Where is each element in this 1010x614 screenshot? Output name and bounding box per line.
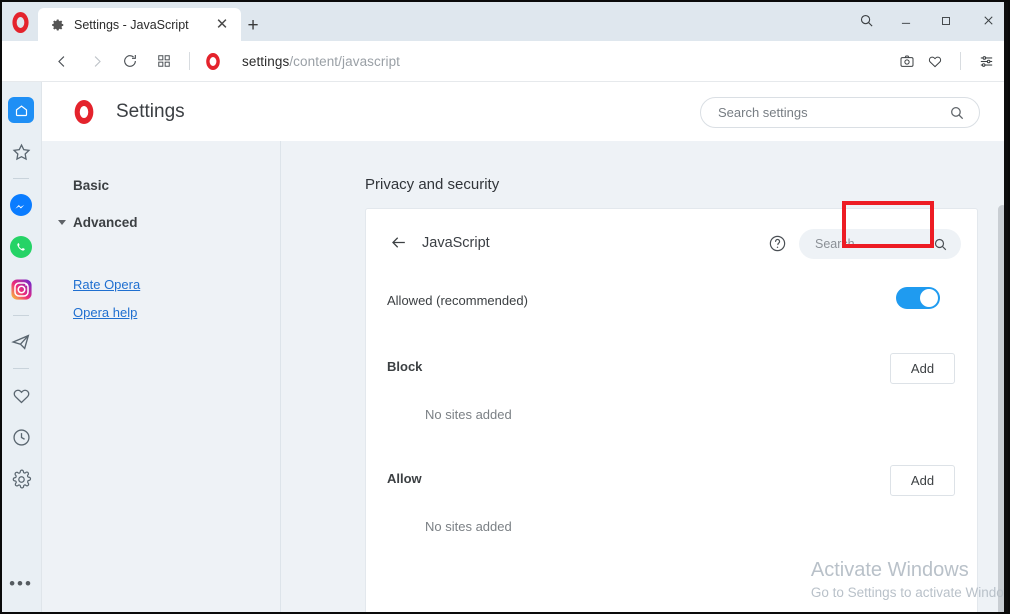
window-search-icon[interactable] [846, 0, 886, 41]
address-bar: settings/content/javascript [0, 41, 1010, 82]
sidebar-item-favorites[interactable] [0, 374, 42, 416]
sidebar-item-home[interactable] [0, 89, 42, 131]
allow-section-header: Allow Add [366, 453, 977, 505]
sidebar-item-advanced[interactable]: Advanced [73, 215, 138, 230]
javascript-allowed-row: Allowed (recommended) [366, 275, 977, 327]
star-icon [12, 143, 30, 160]
heart-icon [13, 389, 29, 403]
block-empty-text: No sites added [425, 407, 512, 422]
toggle-knob [920, 289, 938, 307]
block-section-title: Block [387, 359, 423, 374]
block-section-header: Block Add [366, 341, 977, 393]
search-settings-placeholder: Search settings [718, 105, 808, 120]
action-divider [960, 52, 961, 70]
opera-menu-button[interactable] [9, 11, 31, 33]
block-empty-row: No sites added [366, 389, 977, 441]
camera-icon[interactable] [893, 47, 921, 75]
sidebar-item-settings[interactable] [0, 458, 42, 500]
browser-tab[interactable]: Settings - JavaScript ✕ [38, 8, 241, 41]
settings-nav: Basic Advanced Rate Opera Opera help [42, 141, 281, 614]
sidebar-item-speed-dial[interactable] [0, 131, 42, 173]
home-icon [8, 97, 34, 123]
telegram-icon [11, 334, 30, 350]
rate-opera-link[interactable]: Rate Opera [73, 277, 140, 292]
allow-empty-text: No sites added [425, 519, 512, 534]
whatsapp-icon [10, 236, 32, 258]
easy-setup-icon[interactable] [972, 47, 1000, 75]
card-title: JavaScript [422, 235, 490, 251]
sidebar-item-instagram[interactable] [0, 268, 42, 310]
tab-close-button[interactable]: ✕ [211, 14, 233, 36]
sidebar-divider [12, 178, 29, 179]
instagram-icon [10, 278, 32, 300]
new-tab-button[interactable]: + [243, 15, 263, 35]
card-search-input[interactable]: Search [799, 229, 961, 259]
settings-header: Settings Search settings [42, 82, 1010, 141]
search-icon [933, 237, 948, 252]
card-search-placeholder: Search [815, 237, 855, 251]
address-bar-actions [893, 47, 1010, 75]
sidebar-item-history[interactable] [0, 416, 42, 458]
reload-icon[interactable] [116, 47, 144, 75]
maximize-icon[interactable] [926, 0, 966, 41]
url-path: /content/javascript [289, 53, 401, 69]
settings-content: Privacy and security JavaScript Search A… [281, 141, 1010, 614]
minimize-icon[interactable] [886, 0, 926, 41]
allow-empty-row: No sites added [366, 501, 977, 553]
search-settings-input[interactable]: Search settings [700, 97, 980, 128]
allow-section-title: Allow [387, 471, 422, 486]
forward-button[interactable] [82, 47, 110, 75]
back-arrow-icon[interactable] [387, 231, 409, 253]
toolbar-divider [189, 52, 190, 70]
window-controls [846, 0, 1010, 41]
browser-window: Settings - JavaScript ✕ + settings/conte… [0, 0, 1010, 614]
sidebar-item-whatsapp[interactable] [0, 226, 42, 268]
url-host: settings [242, 53, 290, 69]
section-title: Privacy and security [365, 176, 500, 193]
javascript-settings-card: JavaScript Search Allowed (recommended) … [365, 208, 978, 614]
sidebar-more-button[interactable]: ••• [0, 575, 42, 592]
sidebar-divider [12, 315, 29, 316]
opera-logo-icon [11, 11, 29, 33]
sidebar-rail: ••• [0, 82, 42, 614]
tab-title: Settings - JavaScript [74, 17, 189, 32]
title-bar: Settings - JavaScript ✕ + [0, 0, 1010, 41]
javascript-allowed-label: Allowed (recommended) [387, 293, 528, 308]
sidebar-item-basic[interactable]: Basic [73, 178, 109, 193]
clock-icon [12, 428, 30, 446]
search-icon [949, 105, 965, 121]
sidebar-item-telegram[interactable] [0, 321, 42, 363]
sidebar-divider [12, 368, 29, 369]
gear-icon [50, 17, 65, 32]
messenger-icon [10, 194, 32, 216]
gear-icon [12, 469, 31, 488]
allow-add-button[interactable]: Add [890, 465, 955, 496]
opera-logo-icon [74, 99, 94, 124]
opera-help-link[interactable]: Opera help [73, 305, 137, 320]
speed-dial-icon[interactable] [150, 47, 178, 75]
site-opera-icon [206, 52, 220, 70]
back-button[interactable] [48, 47, 76, 75]
settings-brand: Settings [73, 99, 185, 124]
address-input[interactable]: settings/content/javascript [242, 54, 400, 69]
javascript-allowed-toggle[interactable] [896, 287, 940, 309]
window-right-edge [1004, 0, 1010, 614]
settings-page: Settings Search settings Basic Advanced … [42, 82, 1010, 614]
block-add-button[interactable]: Add [890, 353, 955, 384]
help-icon[interactable] [767, 233, 787, 253]
chevron-down-icon [58, 220, 66, 225]
page-title: Settings [116, 100, 185, 122]
heart-icon[interactable] [921, 47, 949, 75]
card-header: JavaScript Search [366, 209, 977, 275]
sidebar-item-messenger[interactable] [0, 184, 42, 226]
